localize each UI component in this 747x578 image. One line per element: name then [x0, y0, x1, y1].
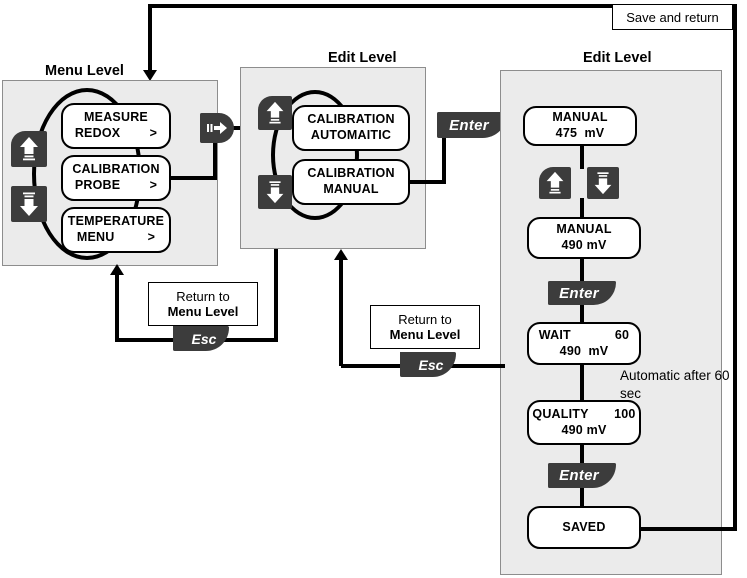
step-saved[interactable]: SAVED: [527, 506, 641, 549]
edit-item-calibration-manual[interactable]: CALIBRATION MANUAL: [292, 159, 410, 205]
edit-item-calibration-automatic[interactable]: CALIBRATION AUTOMAITIC: [292, 105, 410, 151]
edit-item-line2: MANUAL: [323, 182, 379, 196]
return-note-line2: Menu Level: [389, 327, 461, 342]
enter-key-label: Enter: [559, 467, 599, 484]
right-arrow-icon: [207, 122, 227, 134]
return-note-2: Return to Menu Level: [370, 305, 480, 349]
right-spine-6: [580, 445, 584, 463]
step-line1: MANUAL: [552, 110, 608, 125]
return-note-line2: Menu Level: [167, 304, 239, 319]
diagram-canvas: Save and return Menu Level Edit Level Ed…: [0, 0, 747, 578]
step-line1: MANUAL: [556, 222, 612, 237]
menu-down-arrow-key[interactable]: [11, 186, 47, 222]
right-up-arrow-key[interactable]: [539, 167, 571, 199]
step-line1: WAIT 60: [538, 327, 630, 342]
esc2-line-v: [339, 260, 343, 366]
save-and-return-label: Save and return: [626, 9, 719, 25]
menu-item-line2: REDOX >: [74, 126, 158, 140]
menu-item-calibration-probe[interactable]: CALIBRATION PROBE >: [61, 155, 171, 201]
step-line2: 490 mV: [561, 422, 607, 437]
menu-level-title: Menu Level: [45, 63, 124, 79]
right-arrow-key[interactable]: [200, 113, 234, 143]
step-line2: 490 mV: [561, 238, 607, 252]
up-arrow-icon: [20, 137, 38, 161]
up-arrow-icon: [266, 101, 284, 124]
up-arrow-icon: [546, 171, 564, 194]
esc-key-label: Esc: [191, 330, 217, 347]
menu-item-temperature-menu[interactable]: TEMPERATURE MENU >: [61, 207, 171, 253]
edit-item-line2: AUTOMAITIC: [310, 128, 392, 142]
menu-item-measure-redox[interactable]: MEASURE REDOX >: [61, 103, 171, 149]
return-note-line1: Return to: [176, 289, 230, 304]
automatic-after-60-sec-note: Automatic after 60 sec: [620, 368, 730, 402]
menu-item-line1: MEASURE: [84, 110, 148, 125]
right-spine-7: [580, 488, 584, 506]
right-spine-2: [580, 198, 584, 218]
esc1-line-v-left: [115, 275, 119, 342]
enter-key-label: Enter: [449, 116, 489, 134]
edit-level-middle-title: Edit Level: [328, 50, 397, 66]
step-quality[interactable]: QUALITY 100 490 mV: [527, 400, 641, 445]
menu-item-line2: MENU >: [76, 230, 156, 244]
enter-line-h1: [408, 180, 446, 184]
menu-up-arrow-key[interactable]: [11, 131, 47, 167]
esc1-line-v-right: [274, 249, 278, 342]
return-note-line1: Return to: [398, 312, 452, 327]
esc2-arrowhead-icon: [334, 249, 348, 260]
save-return-right-line: [733, 4, 737, 529]
esc-key-label: Esc: [418, 356, 444, 373]
esc-key-1[interactable]: Esc: [173, 326, 229, 351]
step-line1: QUALITY 100: [532, 406, 636, 421]
step-line2: 490 mV: [559, 343, 609, 358]
step-line2: 475 mV: [555, 126, 605, 140]
edit-level-right-title: Edit Level: [583, 50, 652, 66]
esc-key-2[interactable]: Esc: [400, 352, 456, 377]
step-line1: SAVED: [562, 519, 606, 534]
right-spine-4: [580, 304, 584, 322]
right-down-arrow-key[interactable]: [587, 167, 619, 199]
menu-item-line2: PROBE >: [74, 178, 158, 192]
enter-key-middle[interactable]: Enter: [437, 112, 507, 138]
edit-item-line1: CALIBRATION: [307, 112, 395, 127]
step-wait[interactable]: WAIT 60 490 mV: [527, 322, 641, 365]
down-arrow-icon: [266, 181, 284, 204]
saved-to-return-line: [639, 527, 737, 531]
down-arrow-icon: [594, 172, 612, 195]
step-manual-475[interactable]: MANUAL 475 mV: [523, 106, 637, 146]
edit-middle-up-arrow-key[interactable]: [258, 96, 292, 130]
menu-to-edit-line-h1: [171, 176, 217, 180]
menu-item-line1: CALIBRATION: [72, 162, 160, 177]
edit-middle-down-arrow-key[interactable]: [258, 175, 292, 209]
save-and-return-note: Save and return: [612, 4, 733, 30]
edit-item-line1: CALIBRATION: [307, 166, 395, 181]
right-spine-5: [580, 364, 584, 400]
down-arrow-icon: [20, 192, 38, 216]
enter-key-label: Enter: [559, 284, 599, 302]
step-manual-490[interactable]: MANUAL 490 mV: [527, 217, 641, 259]
esc1-arrowhead-icon: [110, 264, 124, 275]
return-note-1: Return to Menu Level: [148, 282, 258, 326]
menu-item-line1: TEMPERATURE: [67, 214, 165, 229]
save-return-down-line: [148, 4, 152, 72]
right-spine-3: [580, 259, 584, 281]
